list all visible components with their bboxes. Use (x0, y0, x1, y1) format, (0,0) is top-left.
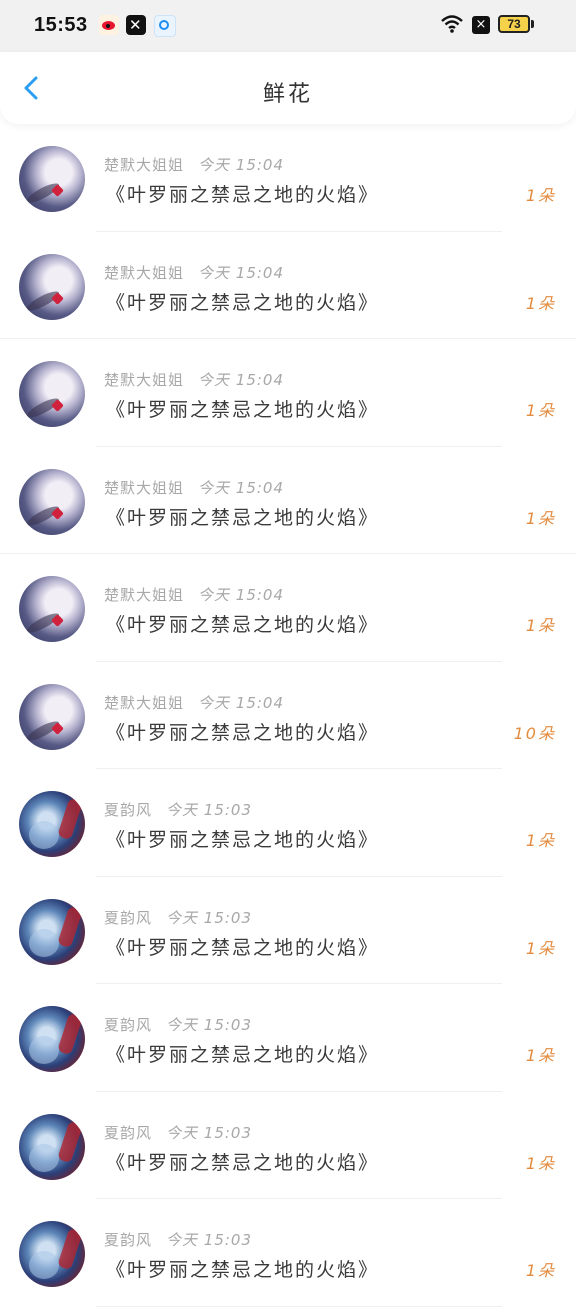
sent-time: 今天 15:04 (198, 586, 285, 604)
capcut-icon (126, 15, 146, 35)
avatar[interactable] (19, 468, 85, 535)
flower-list[interactable]: 楚默大姐姐 今天 15:04 《叶罗丽之禁忌之地的火焰》 1朵 楚默大姐姐 今天 15:0… (0, 124, 576, 1307)
sender-meta: 夏韵风 今天 15:03 (104, 1229, 252, 1250)
sent-time: 今天 15:04 (198, 263, 285, 282)
avatar[interactable] (19, 361, 85, 427)
list-item[interactable]: 楚默大姐姐 今天 15:04 《叶罗丽之禁忌之地的火焰》 10朵 (0, 662, 576, 769)
sender-name: 夏韵风 (104, 1123, 153, 1142)
flower-count: 10朵 (513, 723, 556, 743)
flower-count: 1朵 (525, 831, 556, 850)
sender-meta: 楚默大姐姐 今天 15:04 (104, 692, 284, 713)
sender-name: 夏韵风 (104, 801, 153, 819)
book-title: 《叶罗丽之禁忌之地的火焰》 (106, 399, 380, 421)
list-item[interactable]: 楚默大姐姐 今天 15:04 《叶罗丽之禁忌之地的火焰》 1朵 (0, 447, 576, 554)
sender-name: 楚默大姐姐 (104, 478, 185, 497)
sender-meta: 楚默大姐姐 今天 15:04 (104, 584, 284, 605)
sender-name: 楚默大姐姐 (104, 693, 185, 712)
sender-name: 夏韵风 (104, 908, 153, 927)
sender-name: 夏韵风 (104, 1231, 153, 1249)
list-item[interactable]: 楚默大姐姐 今天 15:04 《叶罗丽之禁忌之地的火焰》 1朵 (0, 232, 576, 339)
list-item[interactable]: 夏韵风 今天 15:03 《叶罗丽之禁忌之地的火焰》 1朵 (0, 1092, 576, 1199)
book-title: 《叶罗丽之禁忌之地的火焰》 (106, 1259, 380, 1281)
book-title: 《叶罗丽之禁忌之地的火焰》 (106, 829, 380, 851)
flower-count: 1朵 (525, 401, 556, 420)
flower-count: 1朵 (525, 1046, 556, 1065)
weibo-icon (99, 15, 119, 35)
list-item[interactable]: 夏韵风 今天 15:03 《叶罗丽之禁忌之地的火焰》 1朵 (0, 984, 576, 1092)
avatar[interactable] (19, 1006, 85, 1072)
wifi-icon (441, 15, 463, 33)
sender-name: 楚默大姐姐 (104, 263, 185, 282)
list-item[interactable]: 夏韵风 今天 15:03 《叶罗丽之禁忌之地的火焰》 1朵 (0, 769, 576, 877)
flower-count: 1朵 (525, 508, 556, 528)
sender-meta: 夏韵风 今天 15:03 (104, 799, 252, 820)
sent-time: 今天 15:03 (166, 801, 253, 819)
avatar[interactable] (19, 253, 85, 320)
status-time: 15:53 (34, 14, 88, 36)
sent-time: 今天 15:04 (198, 693, 285, 712)
avatar[interactable] (19, 576, 85, 642)
sent-time: 今天 15:03 (166, 1231, 253, 1249)
flower-count: 1朵 (525, 616, 556, 635)
avatar[interactable] (19, 1113, 85, 1180)
avatar[interactable] (19, 898, 85, 965)
sender-meta: 夏韵风 今天 15:03 (104, 1014, 252, 1035)
flower-count: 1朵 (525, 938, 556, 958)
status-bar: 15:53 × 73 (0, 0, 576, 52)
list-item[interactable]: 楚默大姐姐 今天 15:04 《叶罗丽之禁忌之地的火焰》 1朵 (0, 124, 576, 232)
book-title: 《叶罗丽之禁忌之地的火焰》 (106, 1151, 380, 1174)
sender-name: 夏韵风 (104, 1016, 153, 1034)
book-title: 《叶罗丽之禁忌之地的火焰》 (106, 1044, 380, 1066)
flower-count: 1朵 (525, 1153, 556, 1173)
list-item[interactable]: 夏韵风 今天 15:03 《叶罗丽之禁忌之地的火焰》 1朵 (0, 1199, 576, 1307)
flower-count: 1朵 (525, 1261, 556, 1280)
sent-time: 今天 15:04 (198, 371, 285, 389)
sent-time: 今天 15:04 (198, 156, 285, 174)
sender-meta: 夏韵风 今天 15:03 (104, 1122, 252, 1143)
sent-time: 今天 15:03 (166, 1123, 253, 1142)
sent-time: 今天 15:03 (166, 908, 253, 927)
list-item[interactable]: 楚默大姐姐 今天 15:04 《叶罗丽之禁忌之地的火焰》 1朵 (0, 339, 576, 447)
avatar[interactable] (19, 791, 85, 857)
sender-meta: 夏韵风 今天 15:03 (104, 907, 252, 928)
book-title: 《叶罗丽之禁忌之地的火焰》 (106, 184, 380, 206)
nav-bar: 鲜花 (0, 52, 576, 124)
list-item[interactable]: 楚默大姐姐 今天 15:04 《叶罗丽之禁忌之地的火焰》 1朵 (0, 554, 576, 662)
book-title: 《叶罗丽之禁忌之地的火焰》 (106, 291, 380, 314)
book-title: 《叶罗丽之禁忌之地的火焰》 (106, 721, 380, 744)
list-item[interactable]: 夏韵风 今天 15:03 《叶罗丽之禁忌之地的火焰》 1朵 (0, 877, 576, 984)
flower-count: 1朵 (525, 186, 556, 205)
battery-icon: 73 (498, 15, 530, 33)
sender-name: 楚默大姐姐 (104, 586, 185, 604)
sender-meta: 楚默大姐姐 今天 15:04 (104, 262, 284, 283)
avatar[interactable] (19, 683, 85, 750)
sender-meta: 楚默大姐姐 今天 15:04 (104, 477, 284, 498)
book-title: 《叶罗丽之禁忌之地的火焰》 (106, 936, 380, 959)
page-title: 鲜花 (262, 82, 313, 107)
sent-time: 今天 15:03 (166, 1016, 253, 1034)
battery-tip (531, 20, 534, 28)
book-title: 《叶罗丽之禁忌之地的火焰》 (106, 506, 380, 529)
sender-meta: 楚默大姐姐 今天 15:04 (104, 154, 284, 175)
avatar[interactable] (19, 1221, 85, 1287)
sender-name: 楚默大姐姐 (104, 156, 185, 174)
avatar[interactable] (19, 146, 85, 212)
sender-meta: 楚默大姐姐 今天 15:04 (104, 369, 284, 390)
divider (96, 1305, 502, 1307)
flower-count: 1朵 (525, 293, 556, 313)
blue-app-icon (154, 15, 176, 37)
sender-name: 楚默大姐姐 (104, 371, 185, 389)
close-notification-icon: × (472, 16, 490, 34)
sent-time: 今天 15:04 (198, 478, 285, 497)
book-title: 《叶罗丽之禁忌之地的火焰》 (106, 614, 380, 636)
